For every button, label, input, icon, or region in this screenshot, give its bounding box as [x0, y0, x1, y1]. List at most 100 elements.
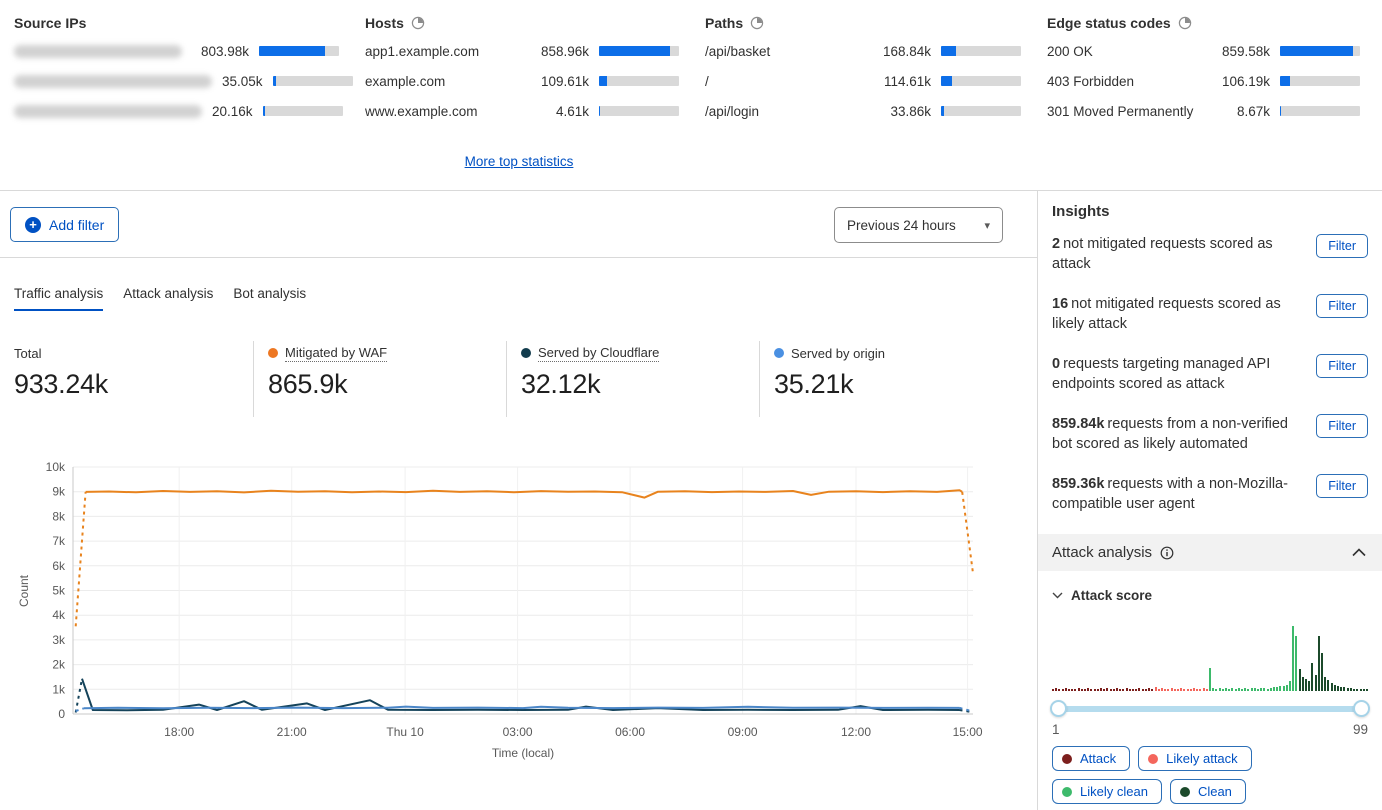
slider-handle-min[interactable] [1050, 700, 1067, 717]
histogram-bar [1103, 689, 1105, 691]
insight-filter-button[interactable]: Filter [1316, 474, 1368, 498]
histogram-bar [1279, 686, 1281, 691]
insight-filter-button[interactable]: Filter [1316, 234, 1368, 258]
collapse-chevron-up-icon[interactable] [1352, 548, 1366, 557]
stat-served-by-cloudflare[interactable]: Served by Cloudflare 32.12k [506, 341, 759, 417]
insights-title: Insights [1052, 203, 1368, 220]
security-analytics-dashboard: Source IPs 803.98k 35.05k 20.16k Hosts [0, 0, 1382, 810]
histogram-bar [1167, 689, 1169, 691]
attack-analysis-title: Attack analysis [1052, 544, 1152, 561]
histogram-bar [1087, 688, 1089, 691]
histogram-bar [1315, 675, 1317, 691]
chevron-down-icon[interactable] [1052, 592, 1063, 599]
table-row: 35.05k [14, 66, 339, 96]
histogram-bar [1247, 689, 1249, 691]
histogram-bar [1308, 681, 1310, 691]
histogram-bar [1263, 688, 1265, 691]
histogram-bar [1094, 689, 1096, 691]
stat-label[interactable]: Served by Cloudflare [538, 345, 659, 362]
histogram-bar [1065, 688, 1067, 691]
legend-attack-button[interactable]: Attack [1052, 746, 1130, 771]
attack-score-legend: Attack Likely attack Likely clean Clean [1052, 746, 1368, 804]
histogram-bar [1142, 689, 1144, 691]
histogram-bar [1215, 689, 1217, 691]
histogram-bar [1254, 688, 1256, 691]
table-row: /api/basket 168.84k [705, 36, 1021, 66]
list-item: 0requests targeting managed API endpoint… [1052, 354, 1368, 399]
stat-served-by-origin[interactable]: Served by origin 35.21k [759, 341, 1012, 417]
cloudflare-series-dot [521, 348, 531, 358]
histogram-bar [1058, 689, 1060, 691]
histogram-bar [1171, 688, 1173, 691]
bar [599, 106, 679, 116]
stat-mitigated-by-waf[interactable]: Mitigated by WAF 865.9k [253, 341, 506, 417]
tab-attack-analysis[interactable]: Attack analysis [123, 286, 213, 311]
histogram-bar [1138, 688, 1140, 691]
histogram-bar [1311, 663, 1313, 691]
legend-likely-attack-button[interactable]: Likely attack [1138, 746, 1252, 771]
histogram-bar [1155, 687, 1157, 691]
stat-label[interactable]: Mitigated by WAF [285, 345, 387, 362]
histogram-bar [1340, 687, 1342, 691]
table-row: /api/login 33.86k [705, 96, 1021, 126]
table-row: 403 Forbidden 106.19k [1047, 66, 1360, 96]
histogram-bar [1100, 688, 1102, 691]
plus-icon: + [25, 217, 41, 233]
more-top-statistics-link[interactable]: More top statistics [465, 154, 574, 169]
row-value: 114.61k [884, 74, 931, 89]
slider-handle-max[interactable] [1353, 700, 1370, 717]
svg-text:15:00: 15:00 [953, 725, 983, 739]
svg-text:2k: 2k [52, 658, 66, 672]
legend-clean-button[interactable]: Clean [1170, 779, 1246, 804]
histogram-bar [1183, 689, 1185, 691]
histogram-bar [1209, 668, 1211, 691]
histogram-bar [1363, 689, 1365, 691]
bar [941, 46, 1021, 56]
analysis-tabs: Traffic analysis Attack analysis Bot ana… [14, 286, 306, 311]
svg-text:06:00: 06:00 [615, 725, 645, 739]
list-item: 859.84krequests from a non-verified bot … [1052, 414, 1368, 459]
row-value: 4.61k [556, 104, 589, 119]
tab-traffic-analysis[interactable]: Traffic analysis [14, 286, 103, 311]
table-row: 20.16k [14, 96, 339, 126]
histogram-bar [1062, 689, 1064, 691]
histogram-bar [1148, 688, 1150, 691]
slider-max-label: 99 [1353, 722, 1368, 737]
histogram-bar [1177, 689, 1179, 691]
histogram-bar [1119, 689, 1121, 691]
stat-value: 865.9k [268, 369, 496, 400]
row-label: example.com [365, 74, 531, 89]
row-label: www.example.com [365, 104, 546, 119]
svg-text:03:00: 03:00 [503, 725, 533, 739]
top-stats-paths: Paths /api/basket 168.84k / 114.61k /api… [705, 10, 1047, 148]
tab-bot-analysis[interactable]: Bot analysis [233, 286, 306, 311]
histogram-bar [1212, 688, 1214, 691]
histogram-bar [1337, 686, 1339, 691]
histogram-bar [1228, 689, 1230, 691]
time-range-select[interactable]: Previous 24 hours ▾ [834, 207, 1003, 243]
svg-text:1k: 1k [52, 682, 66, 696]
histogram-bar [1193, 688, 1195, 691]
stat-label: Total [14, 346, 41, 361]
divider [0, 257, 1037, 258]
clock-icon [1178, 16, 1192, 30]
slider-track[interactable] [1052, 706, 1368, 712]
legend-likely-clean-button[interactable]: Likely clean [1052, 779, 1162, 804]
insight-filter-button[interactable]: Filter [1316, 414, 1368, 438]
svg-text:09:00: 09:00 [728, 725, 758, 739]
insight-filter-button[interactable]: Filter [1316, 294, 1368, 318]
histogram-bar [1071, 689, 1073, 691]
svg-text:0: 0 [58, 707, 65, 721]
add-filter-button[interactable]: + Add filter [10, 207, 119, 242]
insight-filter-button[interactable]: Filter [1316, 354, 1368, 378]
histogram-bar [1292, 626, 1294, 691]
row-label: 200 OK [1047, 44, 1212, 59]
table-row: www.example.com 4.61k [365, 96, 679, 126]
info-icon[interactable] [1160, 546, 1174, 560]
attack-score-range-slider[interactable] [1052, 700, 1368, 718]
svg-text:7k: 7k [52, 534, 66, 548]
top-stats-hosts: Hosts app1.example.com 858.96k example.c… [365, 10, 705, 148]
svg-text:5k: 5k [52, 584, 66, 598]
svg-text:Count: Count [17, 574, 31, 607]
row-value: 35.05k [222, 74, 263, 89]
